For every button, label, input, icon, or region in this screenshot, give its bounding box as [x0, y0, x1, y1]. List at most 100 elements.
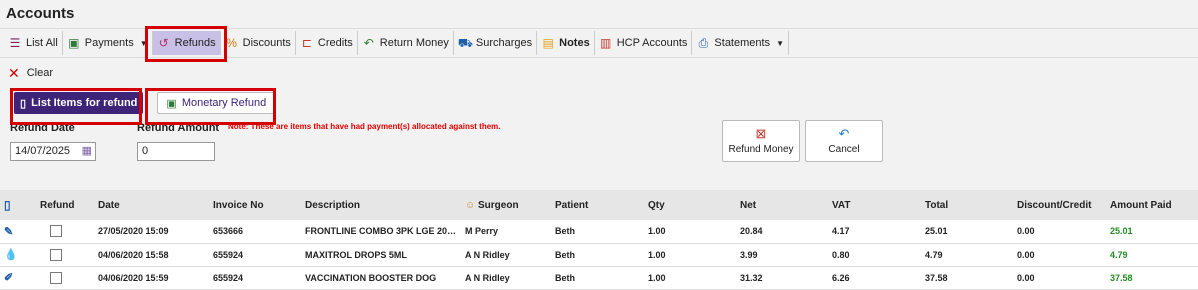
row-icon-cell: 💧 — [0, 243, 36, 266]
page-title: Accounts — [6, 5, 75, 22]
cell-invoice: 655924 — [213, 249, 244, 260]
cell-date: 04/06/2020 15:58 — [98, 249, 169, 260]
refund-checkbox-cell — [36, 243, 94, 266]
cancel-button[interactable]: ↶ Cancel — [805, 120, 883, 162]
ticket-icon: ⊏ — [301, 36, 312, 50]
column-header[interactable]: Amount Paid — [1106, 190, 1198, 220]
column-header-label: Surgeon — [478, 199, 519, 211]
toolbar-label: List All — [26, 37, 58, 49]
table-row[interactable]: ✐ 04/06/2020 15:59 655924 VACCINATION BOOST… — [0, 266, 1198, 289]
column-header[interactable]: Date — [94, 190, 209, 220]
refund-checkbox-cell — [36, 266, 94, 289]
cell-vat: 6.26 — [832, 272, 850, 283]
toolbar-notes-button[interactable]: ▤ Notes — [537, 31, 595, 55]
table-row[interactable]: ✎ 27/05/2020 15:09 653666 FRONTLINE COMBO 3… — [0, 220, 1198, 243]
vaccine-icon: ✐ — [4, 272, 14, 284]
cell-vat: 4.17 — [832, 226, 850, 237]
toolbar-surcharges-button[interactable]: ⛟ Surcharges — [454, 31, 538, 55]
highlight-box — [145, 88, 276, 125]
cell-invoice: 653666 — [213, 226, 244, 237]
cell-date: 04/06/2020 15:59 — [98, 272, 169, 283]
refund-form: Refund Date 14/07/2025 ▦ Refund Amount 0… — [0, 118, 1198, 182]
column-header[interactable]: Total — [921, 190, 1013, 220]
cell-total: 4.79 — [925, 249, 943, 260]
cell-date: 27/05/2020 15:09 — [98, 226, 169, 237]
cell-vat: 0.80 — [832, 249, 850, 260]
toolbar-label: Notes — [559, 37, 590, 49]
drop-icon: 💧 — [4, 249, 18, 261]
clear-button[interactable]: ✕ Clear — [0, 58, 1198, 88]
refund-checkbox-cell — [36, 220, 94, 243]
toolbar-payments-button[interactable]: ▣ Payments ▼ — [63, 31, 153, 55]
toolbar-discounts-button[interactable]: % Discounts — [221, 31, 296, 55]
table-row[interactable]: 💧 04/06/2020 15:58 655924 MAXITROL DROPS 5M… — [0, 243, 1198, 266]
refund-date-value: 14/07/2025 — [15, 145, 71, 157]
cell-description: FRONTLINE COMBO 3PK LGE 20-... — [305, 226, 458, 237]
toolbar-label: Credits — [317, 37, 353, 49]
cell-qty: 1.00 — [648, 272, 666, 283]
row-icon-cell: ✎ — [0, 220, 36, 243]
cell-total: 25.01 — [925, 226, 948, 237]
toolbar-list-all-button[interactable]: ☰ List All — [4, 31, 63, 55]
cell-total: 37.58 — [925, 272, 948, 283]
calendar-icon[interactable]: ▦ — [82, 144, 92, 157]
cancel-label: Cancel — [828, 144, 860, 155]
column-header[interactable]: Invoice No — [209, 190, 301, 220]
cell-net: 20.84 — [740, 226, 763, 237]
toolbar-statements-button[interactable]: ⎙ Statements ▼ — [692, 31, 789, 55]
toolbar-label: Discounts — [242, 37, 291, 49]
cell-invoice: 655924 — [213, 272, 244, 283]
refund-checkbox[interactable] — [50, 271, 62, 284]
cell-discount: 0.00 — [1017, 272, 1035, 283]
column-header[interactable]: Qty — [644, 190, 736, 220]
select-all-icon[interactable]: ▯ — [0, 190, 36, 220]
cell-discount: 0.00 — [1017, 226, 1035, 237]
refund-amount-field[interactable]: 0 — [137, 142, 215, 161]
cell-discount: 0.00 — [1017, 249, 1035, 260]
book-icon: ▥ — [600, 36, 612, 50]
column-header[interactable]: Refund — [36, 190, 94, 220]
cell-net: 31.32 — [740, 272, 763, 283]
cell-qty: 1.00 — [648, 249, 666, 260]
toolbar-label: Payments — [84, 37, 134, 49]
cell-description: VACCINATION BOOSTER DOG — [305, 272, 437, 283]
list-icon: ☰ — [9, 36, 21, 50]
undo-icon: ↶ — [838, 126, 850, 141]
toolbar-label: Statements — [714, 37, 771, 49]
refund-checkbox[interactable] — [50, 248, 62, 261]
cell-surgeon: A N Ridley — [465, 272, 510, 283]
caret-down-icon[interactable]: ▼ — [776, 39, 784, 48]
refund-money-button[interactable]: ⊠ Refund Money — [722, 120, 800, 162]
row-icon-cell: ✐ — [0, 266, 36, 289]
syringe-icon: ✎ — [4, 225, 14, 238]
cell-patient: Beth — [555, 272, 575, 283]
banknote-icon: ▣ — [68, 36, 80, 50]
highlight-box — [145, 26, 227, 62]
toolbar-hcp-accounts-button[interactable]: ▥ HCP Accounts — [595, 31, 693, 55]
refund-money-icon: ⊠ — [755, 126, 767, 141]
toolbar-return-money-button[interactable]: ↶ Return Money — [358, 31, 454, 55]
cell-net: 3.99 — [740, 249, 758, 260]
cell-surgeon: M Perry — [465, 226, 499, 237]
cell-qty: 1.00 — [648, 226, 666, 237]
cell-paid: 25.01 — [1110, 226, 1133, 237]
refund-items-table: ▯ Refund Date Invoice No Description ☺ S… — [0, 190, 1198, 290]
highlight-box — [10, 88, 142, 125]
refund-checkbox[interactable] — [50, 225, 62, 238]
column-header[interactable]: VAT — [828, 190, 921, 220]
column-header-surgeon[interactable]: ☺ Surgeon — [461, 190, 551, 220]
cell-surgeon: A N Ridley — [465, 249, 510, 260]
column-header[interactable]: Description — [301, 190, 461, 220]
refund-date-field[interactable]: 14/07/2025 ▦ — [10, 142, 96, 161]
column-header[interactable]: Net — [736, 190, 828, 220]
toolbar-label: Return Money — [379, 37, 449, 49]
toolbar-label: HCP Accounts — [616, 37, 688, 49]
cart-icon: ⛟ — [457, 36, 473, 50]
refund-amount-value: 0 — [142, 145, 149, 157]
cell-patient: Beth — [555, 249, 575, 260]
person-icon: ☺ — [465, 199, 476, 211]
column-header[interactable]: Discount/Credit — [1013, 190, 1106, 220]
toolbar-credits-button[interactable]: ⊏ Credits — [296, 31, 358, 55]
table-header-row: ▯ Refund Date Invoice No Description ☺ S… — [0, 190, 1198, 220]
column-header[interactable]: Patient — [551, 190, 644, 220]
